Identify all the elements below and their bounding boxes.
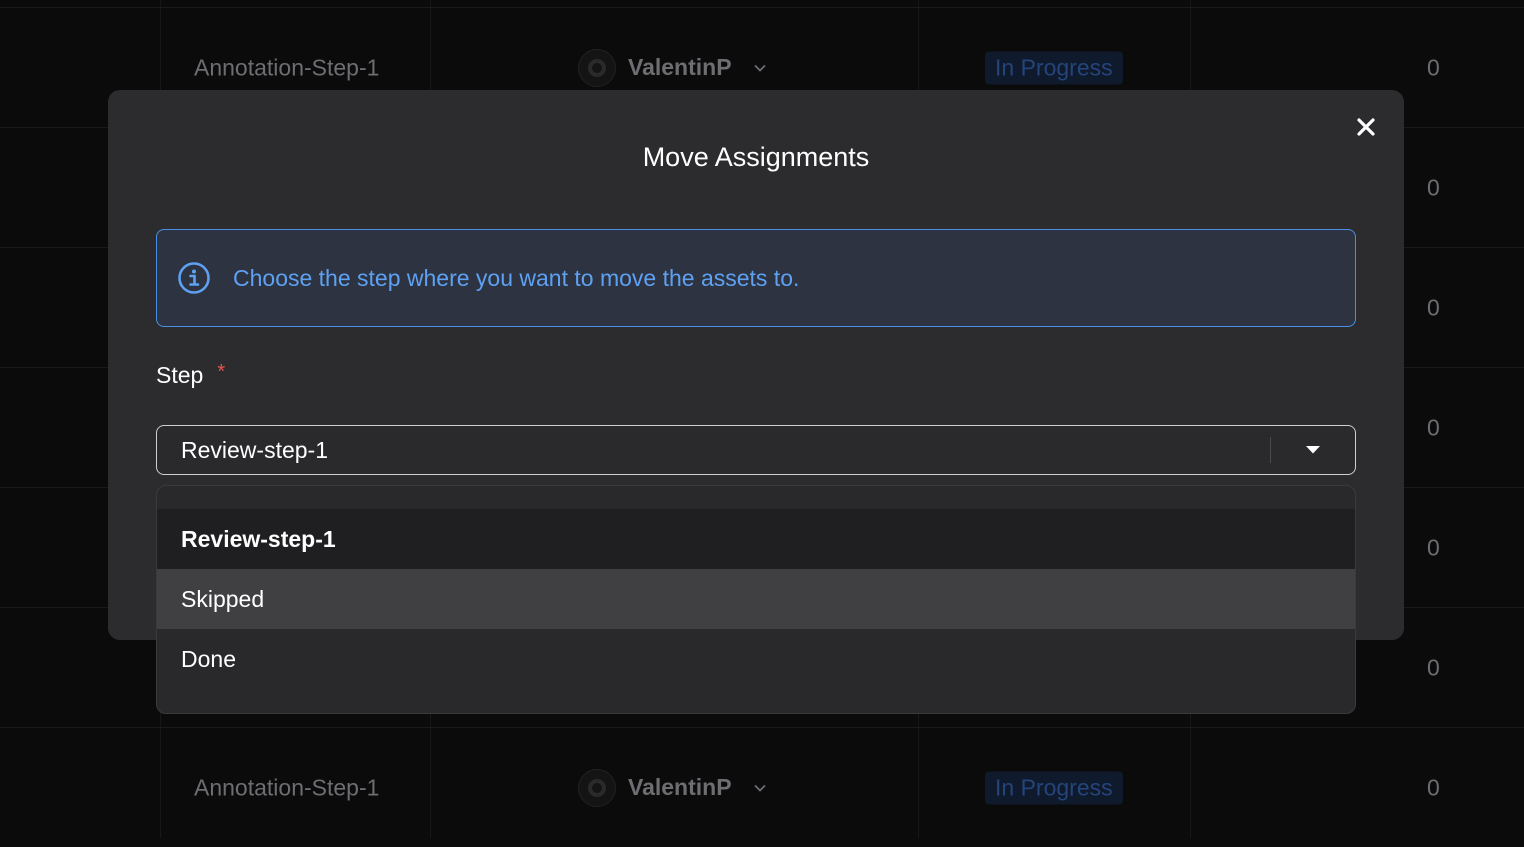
caret-down-icon <box>1306 446 1320 454</box>
info-banner: Choose the step where you want to move t… <box>156 229 1356 327</box>
row-step-label: Annotation-Step-1 <box>194 54 380 80</box>
close-icon <box>1357 118 1375 136</box>
step-select[interactable]: Review-step-1 <box>156 425 1356 475</box>
row-count: 0 <box>1427 654 1440 680</box>
chevron-down-icon <box>753 64 766 72</box>
info-icon <box>178 262 210 294</box>
option-label: Skipped <box>181 585 265 612</box>
row-step-label: Annotation-Step-1 <box>194 774 380 800</box>
step-select-value: Review-step-1 <box>181 436 328 463</box>
row-assignee-name: ValentinP <box>628 54 732 80</box>
avatar <box>578 768 616 807</box>
row-count: 0 <box>1427 774 1440 800</box>
step-options-menu: Review-step-1 Skipped Done <box>156 485 1356 714</box>
status-badge: In Progress <box>985 51 1123 84</box>
row-count: 0 <box>1427 534 1440 560</box>
row-assignee[interactable]: ValentinP <box>578 768 766 807</box>
row-count: 0 <box>1427 414 1440 440</box>
step-option-done[interactable]: Done <box>157 629 1355 689</box>
step-option-review-step-1[interactable]: Review-step-1 <box>157 509 1355 569</box>
dropdown-pointer <box>746 476 766 485</box>
required-indicator: * <box>217 361 226 383</box>
step-label-text: Step <box>156 362 204 388</box>
step-field-label: Step * <box>156 362 225 389</box>
row-count: 0 <box>1427 54 1440 80</box>
option-label: Done <box>181 645 236 672</box>
option-label: Review-step-1 <box>181 525 336 552</box>
row-count: 0 <box>1427 294 1440 320</box>
chevron-down-icon <box>753 784 766 792</box>
avatar <box>578 48 616 87</box>
dropdown-toggle[interactable] <box>1271 426 1355 474</box>
table-row[interactable]: Annotation-Step-1 ValentinP In Progress … <box>0 727 1524 847</box>
status-badge: In Progress <box>985 771 1123 804</box>
step-option-skipped[interactable]: Skipped <box>157 569 1355 629</box>
row-count: 0 <box>1427 174 1440 200</box>
modal-title: Move Assignments <box>642 142 870 172</box>
close-button[interactable] <box>1354 115 1378 139</box>
info-text: Choose the step where you want to move t… <box>233 264 800 291</box>
row-assignee[interactable]: ValentinP <box>578 48 766 87</box>
row-assignee-name: ValentinP <box>628 774 732 800</box>
